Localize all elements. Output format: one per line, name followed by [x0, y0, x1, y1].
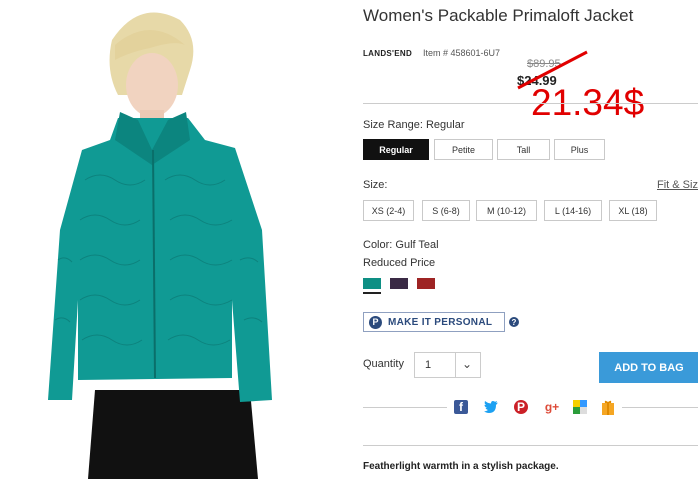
product-title: Women's Packable Primaloft Jacket — [363, 6, 634, 25]
size-range-label: Size Range: Regular — [363, 119, 465, 131]
divider — [363, 103, 698, 104]
size-range-plus-button[interactable]: Plus — [554, 139, 605, 160]
twitter-icon[interactable] — [484, 400, 498, 414]
size-xs-button[interactable]: XS (2-4) — [363, 200, 414, 221]
make-it-personal-label: MAKE IT PERSONAL — [388, 316, 493, 328]
fit-size-link[interactable]: Fit & Size — [657, 179, 698, 191]
product-image — [0, 0, 340, 479]
size-l-button[interactable]: L (14-16) — [544, 200, 602, 221]
brand-logo: LANDS'END — [363, 49, 413, 58]
swatch-teal[interactable] — [363, 278, 381, 289]
divider — [622, 407, 698, 408]
size-range-petite-button[interactable]: Petite — [434, 139, 493, 160]
quantity-value: 1 — [425, 359, 432, 371]
help-icon[interactable]: ? — [509, 317, 519, 327]
color-label: Color: Gulf Teal — [363, 239, 439, 251]
size-s-button[interactable]: S (6-8) — [422, 200, 470, 221]
size-m-button[interactable]: M (10-12) — [476, 200, 537, 221]
size-xl-button[interactable]: XL (18) — [609, 200, 657, 221]
selected-swatch-indicator — [363, 292, 381, 294]
divider — [363, 407, 447, 408]
divider — [363, 445, 698, 446]
swatch-plum[interactable] — [390, 278, 408, 289]
quantity-select[interactable]: 1 ⌄ — [414, 352, 481, 378]
size-range-tall-button[interactable]: Tall — [497, 139, 550, 160]
divider — [455, 353, 456, 377]
chevron-down-icon: ⌄ — [462, 357, 473, 371]
product-tagline: Featherlight warmth in a stylish package… — [363, 461, 559, 472]
delicious-icon[interactable] — [573, 400, 587, 414]
facebook-icon[interactable]: f — [454, 400, 468, 414]
swatch-red[interactable] — [417, 278, 435, 289]
pinterest-icon[interactable]: P — [514, 400, 528, 414]
gift-icon[interactable] — [601, 400, 615, 415]
size-range-regular-button[interactable]: Regular — [363, 139, 429, 160]
google-plus-icon[interactable]: g+ — [543, 400, 561, 414]
quantity-label: Quantity — [363, 358, 404, 370]
item-number: Item # 458601-6U7 — [423, 48, 501, 58]
reduced-price-label: Reduced Price — [363, 257, 436, 269]
size-label: Size: — [363, 179, 388, 191]
personalize-icon: P — [369, 315, 382, 329]
make-it-personal-button[interactable]: P MAKE IT PERSONAL — [363, 312, 505, 332]
add-to-bag-button[interactable]: ADD TO BAG — [599, 352, 698, 383]
